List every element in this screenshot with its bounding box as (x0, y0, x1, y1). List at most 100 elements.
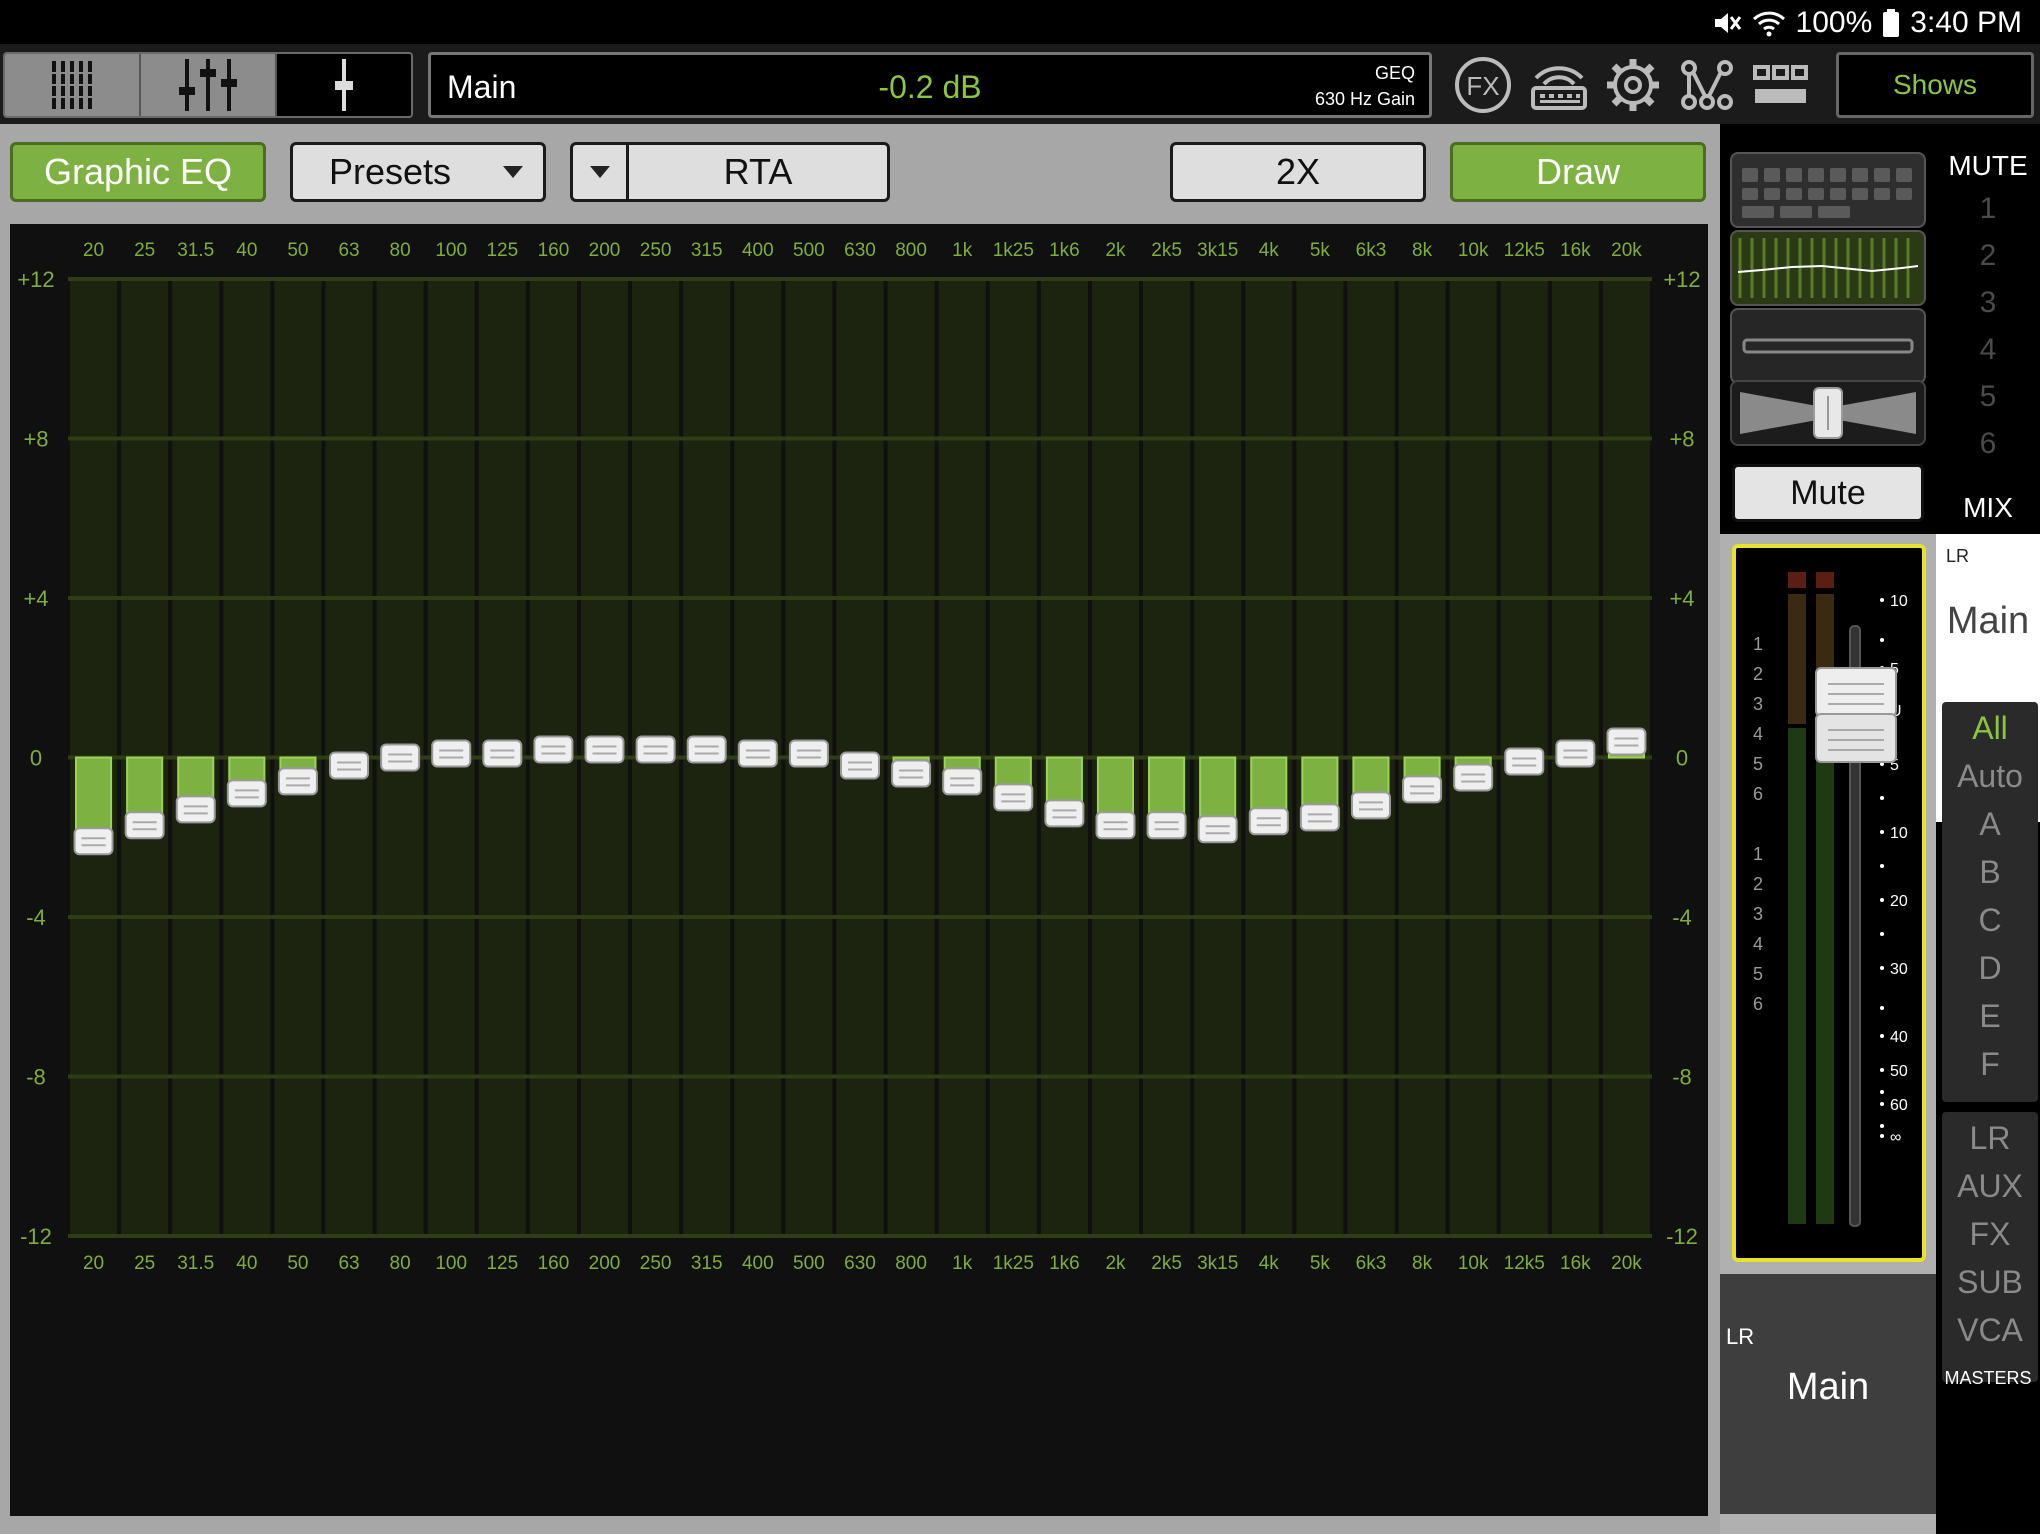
handle-body[interactable] (891, 759, 932, 788)
eq-band-handle[interactable] (635, 735, 676, 764)
master-sub[interactable]: SUB (1942, 1264, 2038, 1301)
eq-band-handle[interactable] (277, 767, 318, 796)
eq-band-handle[interactable] (533, 735, 574, 764)
handle-body[interactable] (1299, 803, 1340, 832)
eq-band-handle[interactable] (1044, 799, 1085, 828)
dynamics-thumbnail[interactable] (1730, 308, 1926, 384)
handle-body[interactable] (686, 735, 727, 764)
handle-body[interactable] (175, 795, 216, 824)
eq-band-handle[interactable] (737, 739, 778, 768)
graphic-eq-chart[interactable]: +12 +12 +8 +8 +4 +4 0 0 -4 -4 -8 -8 -12 -12 20 20 25 25 31… (10, 224, 1708, 1516)
rta-button[interactable]: RTA (629, 151, 887, 193)
handle-body[interactable] (942, 767, 983, 796)
eq-band-handle[interactable] (788, 739, 829, 768)
handle-body[interactable] (431, 739, 472, 768)
view-group-d[interactable]: D (1942, 950, 2038, 987)
eq-band-handle[interactable] (482, 739, 523, 768)
handle-body[interactable] (1402, 775, 1443, 804)
handle-body[interactable] (1044, 799, 1085, 828)
mute-group-4[interactable]: 4 (1936, 333, 2040, 367)
fx-button[interactable]: FX (1452, 56, 1514, 114)
eq-band-handle[interactable] (891, 759, 932, 788)
view-group-all[interactable]: All (1942, 710, 2038, 747)
eq-band-handle[interactable] (1299, 803, 1340, 832)
handle-body[interactable] (277, 767, 318, 796)
tab-mixer-faders[interactable] (141, 54, 277, 116)
master-lr[interactable]: LR (1942, 1120, 2038, 1157)
handle-body[interactable] (1555, 739, 1596, 768)
input-section-thumbnail[interactable] (1730, 152, 1926, 228)
eq-band-handle[interactable] (1402, 775, 1443, 804)
handle-body[interactable] (993, 783, 1034, 812)
fader-and-meters[interactable]: 123456123456105U5102030405060∞ (1736, 548, 1922, 1258)
eq-band-handle[interactable] (175, 795, 216, 824)
view-group-a[interactable]: A (1942, 806, 2038, 843)
fader-knob-top[interactable] (1815, 667, 1897, 717)
eq-band-handle[interactable] (1504, 747, 1545, 776)
handle-body[interactable] (1146, 811, 1187, 840)
eq-band-handle[interactable] (1197, 815, 1238, 844)
mute-group-3[interactable]: 3 (1936, 286, 2040, 320)
eq-band-handle[interactable] (1606, 727, 1647, 756)
mute-group-1[interactable]: 1 (1936, 192, 2040, 226)
view-group-c[interactable]: C (1942, 902, 2038, 939)
pan-control[interactable] (1730, 380, 1926, 446)
handle-body[interactable] (840, 751, 880, 780)
channel-mute-button[interactable]: Mute (1732, 464, 1924, 522)
eq-band-handle[interactable] (686, 735, 727, 764)
presets-dropdown[interactable]: Presets (290, 142, 546, 202)
handle-body[interactable] (1453, 763, 1494, 792)
handle-body[interactable] (124, 811, 165, 840)
settings-button[interactable] (1602, 56, 1664, 114)
handle-body[interactable] (1197, 815, 1238, 844)
master-vca[interactable]: VCA (1942, 1312, 2038, 1349)
view-group-b[interactable]: B (1942, 854, 2038, 891)
rta-dropdown-button[interactable] (573, 145, 629, 199)
eq-band-handle[interactable] (124, 811, 165, 840)
fader-knob-bottom[interactable] (1815, 713, 1897, 763)
handle-body[interactable] (533, 735, 574, 764)
zoom-2x-button[interactable]: 2X (1170, 142, 1426, 202)
mute-group-2[interactable]: 2 (1936, 239, 2040, 273)
view-group-e[interactable]: E (1942, 998, 2038, 1035)
master-fx[interactable]: FX (1942, 1216, 2038, 1253)
eq-band-handle[interactable] (431, 739, 472, 768)
draw-button[interactable]: Draw (1450, 142, 1706, 202)
strip-name-area[interactable]: LR Main (1720, 1274, 1936, 1514)
layout-button[interactable] (1750, 56, 1812, 114)
eq-plot[interactable]: +12 +12 +8 +8 +4 +4 0 0 -4 -4 -8 -8 -12 -12 20 20 25 25 31… (10, 224, 1708, 1516)
view-group-auto[interactable]: Auto (1942, 758, 2038, 795)
graphic-eq-button[interactable]: Graphic EQ (10, 142, 266, 202)
handle-body[interactable] (1248, 807, 1289, 836)
tab-mixer-overview[interactable] (5, 54, 141, 116)
eq-band-handle[interactable] (584, 735, 625, 764)
handle-body[interactable] (1350, 791, 1391, 820)
handle-body[interactable] (73, 827, 114, 856)
shows-button[interactable]: Shows (1836, 52, 2034, 118)
eq-band-handle[interactable] (226, 779, 267, 808)
eq-band-handle[interactable] (1095, 811, 1136, 840)
eq-band-handle[interactable] (329, 751, 370, 780)
io-patch-button[interactable] (1528, 56, 1590, 114)
eq-band-handle[interactable] (1453, 763, 1494, 792)
handle-body[interactable] (635, 735, 676, 764)
eq-band-handle[interactable] (1350, 791, 1391, 820)
eq-band-handle[interactable] (73, 827, 114, 856)
fader-knob[interactable] (1815, 667, 1897, 763)
view-group-f[interactable]: F (1942, 1046, 2038, 1083)
handle-body[interactable] (737, 739, 778, 768)
handle-body[interactable] (482, 739, 523, 768)
eq-band-handle[interactable] (1555, 739, 1596, 768)
master-aux[interactable]: AUX (1942, 1168, 2038, 1205)
handle-body[interactable] (380, 743, 421, 772)
handle-body[interactable] (1606, 727, 1647, 756)
tab-single-channel[interactable] (277, 54, 411, 116)
eq-band-handle[interactable] (380, 743, 421, 772)
handle-body[interactable] (1504, 747, 1545, 776)
eq-band-handle[interactable] (1146, 811, 1187, 840)
geq-thumbnail[interactable] (1730, 230, 1926, 306)
handle-body[interactable] (788, 739, 829, 768)
handle-body[interactable] (329, 751, 370, 780)
mute-group-5[interactable]: 5 (1936, 380, 2040, 414)
handle-body[interactable] (1095, 811, 1136, 840)
